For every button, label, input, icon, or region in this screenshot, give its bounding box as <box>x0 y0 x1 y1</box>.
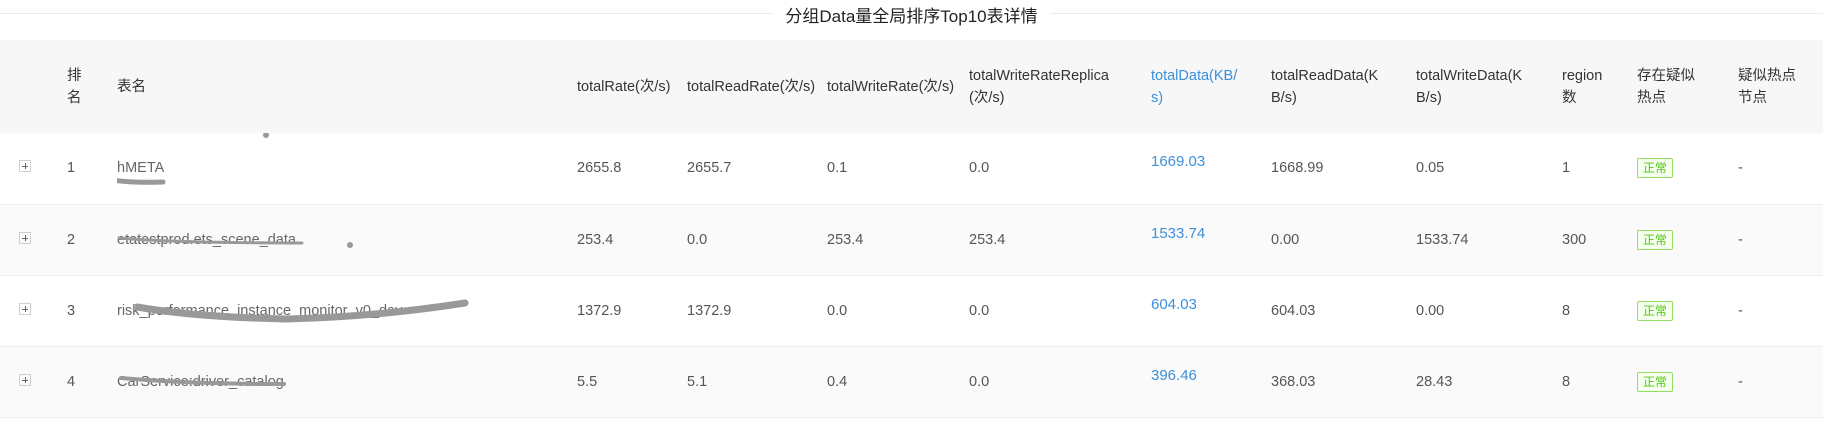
col-total-read-rate[interactable]: totalReadRate(次/s) <box>687 40 827 133</box>
col-rank[interactable]: 排名 <box>67 40 117 133</box>
table-header: 排名 表名 totalRate(次/s) totalReadRate(次/s) … <box>0 40 1823 133</box>
status-badge: 正常 <box>1637 371 1674 392</box>
col-total-rate[interactable]: totalRate(次/s) <box>577 40 687 133</box>
top10-table: 排名 表名 totalRate(次/s) totalReadRate(次/s) … <box>0 40 1823 418</box>
rank-cell: 1 <box>67 160 76 177</box>
rank-cell: 3 <box>67 302 76 319</box>
table-row[interactable]: 1 hMETA 2655.8 2655.7 0.1 0.0 1669.03 16… <box>0 133 1823 204</box>
expand-row-icon[interactable] <box>19 160 31 173</box>
expand-row-icon[interactable] <box>19 231 31 244</box>
status-badge: 正常 <box>1637 158 1674 179</box>
col-total-write-rate-replica[interactable]: totalWriteRateReplica(次/s) <box>969 40 1151 133</box>
col-region-count[interactable]: region数 <box>1562 40 1637 133</box>
total-data-value: 1533.74 <box>1151 224 1206 242</box>
col-total-data[interactable]: totalData(KB/s) <box>1151 40 1271 133</box>
redaction-scribble <box>117 236 304 244</box>
redaction-dot <box>263 133 269 139</box>
table-name-cell[interactable]: hMETA <box>117 133 577 204</box>
redaction-scribble <box>119 375 286 386</box>
table-name-cell[interactable]: etatestprod.ets_scene_data <box>117 204 577 275</box>
redaction-scribble <box>135 299 469 323</box>
status-badge: 正常 <box>1637 300 1674 321</box>
status-badge: 正常 <box>1637 229 1674 250</box>
redaction-scribble <box>117 178 166 185</box>
total-data-value: 1669.03 <box>1151 153 1206 170</box>
total-data-value: 396.46 <box>1151 366 1197 384</box>
table-title: 分组Data量全局排序Top10表详情 <box>773 2 1050 27</box>
redaction-dot <box>347 241 353 248</box>
table-name-cell[interactable]: risk_performance_instance_monitor_v0_dev <box>117 275 577 346</box>
col-hot-node[interactable]: 疑似热点节点 <box>1738 40 1823 133</box>
total-data-value: 604.03 <box>1151 295 1197 313</box>
expand-header <box>0 40 67 133</box>
col-total-write-rate[interactable]: totalWriteRate(次/s) <box>827 40 969 133</box>
col-total-read-data[interactable]: totalReadData(KB/s) <box>1271 40 1416 133</box>
rank-cell: 4 <box>67 373 76 390</box>
title-row: 分组Data量全局排序Top10表详情 <box>0 0 1823 40</box>
table-row[interactable]: 2 etatestprod.ets_scene_data 253.4 0.0 2… <box>0 204 1823 275</box>
table-name-cell[interactable]: CarService:driver_catalog <box>117 346 577 417</box>
col-total-write-data[interactable]: totalWriteData(KB/s) <box>1416 40 1562 133</box>
table-row[interactable]: 4 CarService:driver_catalog 5.5 5.1 0.4 … <box>0 346 1823 417</box>
expand-row-icon[interactable] <box>19 302 31 315</box>
table-row[interactable]: 3 risk_performance_instance_monitor_v0_d… <box>0 275 1823 346</box>
col-table-name[interactable]: 表名 <box>117 40 577 133</box>
rank-cell: 2 <box>67 231 76 248</box>
expand-row-icon[interactable] <box>19 373 31 386</box>
col-hotspot[interactable]: 存在疑似热点 <box>1637 40 1738 133</box>
